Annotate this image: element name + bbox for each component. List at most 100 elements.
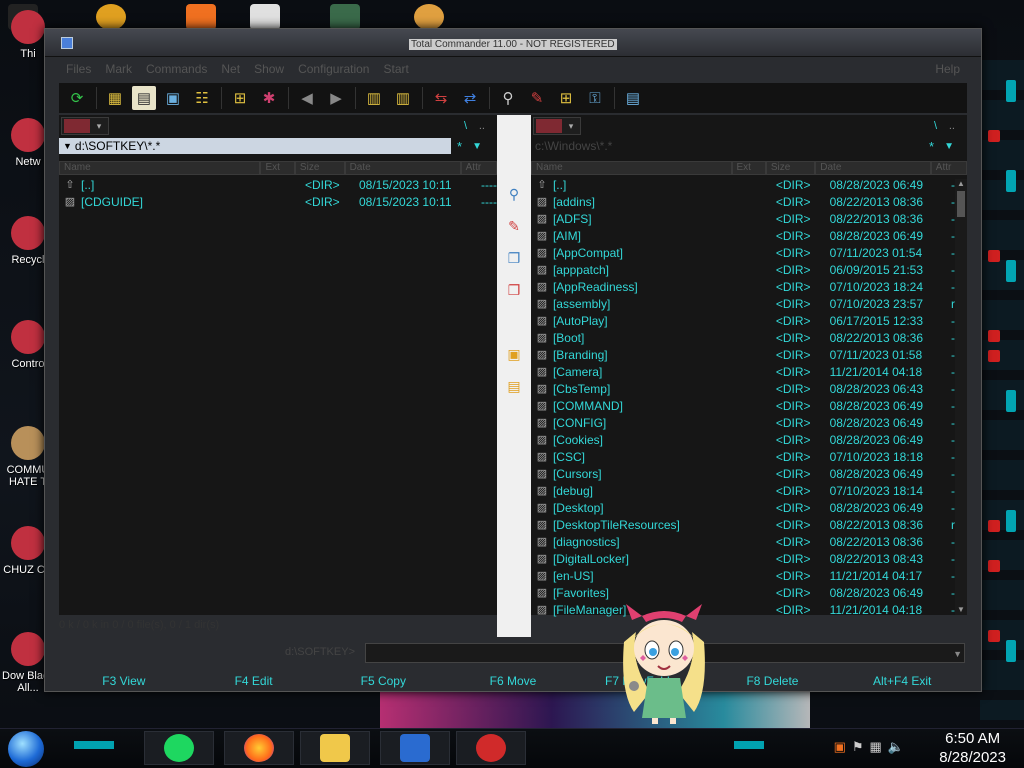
file-row[interactable]: ▨[Cookies]<DIR>08/28/2023 06:49---- <box>531 431 967 448</box>
file-row[interactable]: ▨[diagnostics]<DIR>08/22/2013 08:36---- <box>531 533 967 550</box>
floppy-disk-icon[interactable] <box>61 37 73 49</box>
file-row[interactable]: ▨[FileManager]<DIR>11/21/2014 04:18---- <box>531 601 967 618</box>
filter-button[interactable]: * <box>929 139 934 154</box>
file-row[interactable]: ▨[assembly]<DIR>07/10/2023 23:57r--- <box>531 295 967 312</box>
desktop-top-icon[interactable] <box>414 4 444 30</box>
fkey-f8[interactable]: F8 Delete <box>708 669 838 691</box>
notepad-icon[interactable]: ▤ <box>621 86 645 110</box>
ftp-icon[interactable]: ⚿ <box>583 86 607 110</box>
menu-item-mark[interactable]: Mark <box>98 59 139 81</box>
root-dir-button[interactable]: \ <box>934 120 937 132</box>
drive-selector[interactable]: ▾ <box>533 117 581 135</box>
desktop-top-icon[interactable] <box>250 4 280 30</box>
desktop-top-icon[interactable] <box>96 4 126 30</box>
copy-icon[interactable]: ❐ <box>505 249 523 267</box>
file-row[interactable]: ▨[Boot]<DIR>08/22/2013 08:36---- <box>531 329 967 346</box>
file-row[interactable]: ▨[debug]<DIR>07/10/2023 18:14---- <box>531 482 967 499</box>
detailed-view-icon[interactable]: ▤ <box>132 86 156 110</box>
column-attr[interactable]: Attr <box>930 161 968 175</box>
column-name[interactable]: Name <box>531 161 732 175</box>
file-row[interactable]: ▨[CONFIG]<DIR>08/28/2023 06:49---- <box>531 414 967 431</box>
taskbar-app-spotify[interactable] <box>144 731 214 765</box>
file-row[interactable]: ▨[ADFS]<DIR>08/22/2013 08:36---- <box>531 210 967 227</box>
column-size[interactable]: Size <box>294 161 345 175</box>
file-row[interactable]: ▨[AppCompat]<DIR>07/11/2023 01:54---- <box>531 244 967 261</box>
compare-icon[interactable]: ⇆ <box>429 86 453 110</box>
move-icon[interactable]: ❐ <box>505 281 523 299</box>
file-row[interactable]: ⇧ [..] <DIR> 08/15/2023 10:11 ---- <box>59 176 497 193</box>
fkey-f5[interactable]: F5 Copy <box>318 669 448 691</box>
drive-selector[interactable]: ▾ <box>61 117 109 135</box>
title-bar[interactable]: Total Commander 11.00 - NOT REGISTERED <box>45 29 981 57</box>
file-row[interactable]: ▨[AIM]<DIR>08/28/2023 06:49---- <box>531 227 967 244</box>
menu-item-show[interactable]: Show <box>247 59 291 81</box>
column-ext[interactable]: Ext <box>731 161 766 175</box>
forward-icon[interactable]: ▶ <box>324 86 348 110</box>
file-row[interactable]: ▨[CSC]<DIR>07/10/2023 18:18---- <box>531 448 967 465</box>
desktop-top-icon[interactable] <box>330 4 360 30</box>
file-row[interactable]: ▨[Desktop]<DIR>08/28/2023 06:49---- <box>531 499 967 516</box>
history-dropdown-icon[interactable]: ▼ <box>472 141 482 152</box>
rename-icon[interactable]: ✎ <box>525 86 549 110</box>
thumbnails-icon[interactable]: ▣ <box>161 86 185 110</box>
start-button[interactable] <box>8 731 44 767</box>
unselect-icon[interactable]: ✱ <box>257 86 281 110</box>
volume-icon[interactable]: 🔈 <box>888 739 904 755</box>
column-date[interactable]: Date <box>815 161 931 175</box>
file-row[interactable]: ▨[en-US]<DIR>11/21/2014 04:17---- <box>531 567 967 584</box>
scroll-thumb[interactable] <box>957 191 965 217</box>
select-all-icon[interactable]: ⊞ <box>228 86 252 110</box>
fkey-f4[interactable]: F4 Edit <box>189 669 319 691</box>
scroll-up-icon[interactable]: ▲ <box>955 179 967 189</box>
taskbar-app-total-commander[interactable] <box>380 731 450 765</box>
menu-item-start[interactable]: Start <box>376 59 415 81</box>
sync-icon[interactable]: ⇄ <box>458 86 482 110</box>
menu-item-help[interactable]: Help <box>928 59 967 81</box>
left-file-panel[interactable]: ▾ \ .. ▼ d:\SOFTKEY\*.* * ▼ Name Ext Size D… <box>59 115 497 615</box>
brief-view-icon[interactable]: ▦ <box>103 86 127 110</box>
history-dropdown-icon[interactable]: ▼ <box>944 141 954 152</box>
view-file-icon[interactable]: ⚲ <box>505 185 523 203</box>
taskbar-app-game[interactable] <box>456 731 526 765</box>
file-row[interactable]: ⇧[..]<DIR>08/28/2023 06:49---- <box>531 176 967 193</box>
refresh-icon[interactable]: ⟳ <box>65 86 89 110</box>
file-row[interactable]: ▨[addins]<DIR>08/22/2013 08:36---- <box>531 193 967 210</box>
root-dir-button[interactable]: \ <box>464 120 467 132</box>
fkey-f3[interactable]: F3 View <box>59 669 189 691</box>
back-icon[interactable]: ◀ <box>295 86 319 110</box>
file-row[interactable]: ▨[DigitalLocker]<DIR>08/22/2013 08:43---… <box>531 550 967 567</box>
fkey-alt-f4[interactable]: Alt+F4 Exit <box>837 669 967 691</box>
menu-item-commands[interactable]: Commands <box>139 59 214 81</box>
pack-icon[interactable]: ▥ <box>362 86 386 110</box>
column-size[interactable]: Size <box>765 161 816 175</box>
scroll-down-icon[interactable]: ▼ <box>955 605 967 615</box>
current-path[interactable]: ▼ d:\SOFTKEY\*.* <box>59 138 451 154</box>
taskbar-app-file-explorer[interactable] <box>300 731 370 765</box>
file-row[interactable]: ▨[Cursors]<DIR>08/28/2023 06:49---- <box>531 465 967 482</box>
unpack-icon[interactable]: ▥ <box>391 86 415 110</box>
new-folder-icon[interactable]: ▤ <box>505 377 523 395</box>
app-tray-icon[interactable]: ▣ <box>834 739 846 755</box>
file-row[interactable]: ▨[COMMAND]<DIR>08/28/2023 06:49---- <box>531 397 967 414</box>
notification-flag-icon[interactable]: ⚑ <box>852 739 864 755</box>
vertical-scrollbar[interactable]: ▲ ▼ <box>955 179 967 615</box>
fkey-f6[interactable]: F6 Move <box>448 669 578 691</box>
taskbar-clock[interactable]: 6:50 AM 8/28/2023 <box>939 729 1006 767</box>
parent-dir-button[interactable]: .. <box>949 120 955 132</box>
tree-view-icon[interactable]: ☷ <box>190 86 214 110</box>
desktop-top-icon[interactable] <box>186 4 216 30</box>
column-ext[interactable]: Ext <box>260 161 295 175</box>
file-row[interactable]: ▨[AppReadiness]<DIR>07/10/2023 18:24---- <box>531 278 967 295</box>
file-row[interactable]: ▨[CbsTemp]<DIR>08/28/2023 06:43---- <box>531 380 967 397</box>
file-row[interactable]: ▨[Branding]<DIR>07/11/2023 01:58---- <box>531 346 967 363</box>
file-row[interactable]: ▨ [DesktopTileResources] <DIR> 08/22/2013 0… <box>531 516 967 533</box>
menu-item-net[interactable]: Net <box>214 59 247 81</box>
file-row[interactable]: ▨[AutoPlay]<DIR>06/17/2015 12:33---- <box>531 312 967 329</box>
pack-icon[interactable]: ▣ <box>505 345 523 363</box>
column-name[interactable]: Name <box>59 161 261 175</box>
file-row[interactable]: ▨[Camera]<DIR>11/21/2014 04:18---- <box>531 363 967 380</box>
column-attr[interactable]: Attr <box>460 161 497 175</box>
right-file-panel[interactable]: ▾ \ .. c:\Windows\*.* * ▼ Name Ext Size Dat… <box>531 115 968 618</box>
column-date[interactable]: Date <box>344 161 461 175</box>
filter-button[interactable]: * <box>457 139 462 154</box>
